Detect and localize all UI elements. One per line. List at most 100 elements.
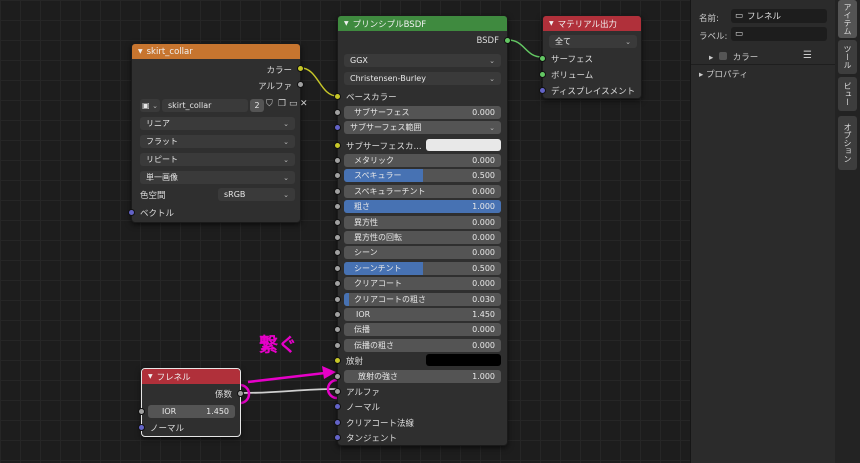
transmission-slider[interactable]: 伝播 0.000 (344, 323, 501, 336)
input-subsurface-color-socket[interactable] (334, 142, 341, 149)
transmission-roughness-label: 伝播の粗さ (354, 341, 394, 350)
roughness-slider[interactable]: 粗さ 1.000 (344, 200, 501, 213)
ior-value: 1.450 (472, 310, 495, 319)
fresnel-ior-field[interactable]: IOR 1.450 (148, 405, 235, 418)
node-label-field[interactable]: ▭ (731, 27, 827, 41)
bsdf-node-header[interactable]: ▼ プリンシプルBSDF (338, 16, 507, 31)
input-emission-socket[interactable] (334, 357, 341, 364)
clearcoat-slider[interactable]: クリアコート 0.000 (344, 277, 501, 290)
expand-arrow-icon: ▸ (699, 70, 704, 80)
input-basecolor-socket[interactable] (334, 93, 341, 100)
input-volume-label: ボリューム (551, 71, 594, 81)
output-alpha-socket[interactable] (297, 81, 304, 88)
subsurface-slider[interactable]: サブサーフェス 0.000 (344, 106, 501, 119)
roughness-label: 粗さ (354, 202, 370, 211)
collapse-arrow-icon[interactable]: ▼ (549, 20, 554, 27)
projection-select[interactable]: フラット ⌄ (140, 135, 295, 148)
tab-options[interactable]: オプション (838, 116, 857, 170)
chevron-down-icon: ⌄ (625, 37, 631, 46)
subsurface-color-swatch[interactable] (426, 139, 501, 151)
input-roughness-socket[interactable] (334, 203, 341, 210)
input-vector-socket[interactable] (128, 209, 135, 216)
fake-user-shield-icon[interactable]: ⛉ (266, 99, 273, 109)
collapse-arrow-icon[interactable]: ▼ (148, 373, 153, 380)
input-clearcoat-normal-socket[interactable] (334, 419, 341, 426)
input-displacement-socket[interactable] (539, 87, 546, 94)
image-name-field[interactable]: skirt_collar (162, 99, 248, 112)
output-target-select[interactable]: 全て ⌄ (549, 35, 637, 48)
input-clearcoat-socket[interactable] (334, 280, 341, 287)
emission-strength-field[interactable]: 放射の強さ 1.000 (344, 370, 501, 383)
open-folder-icon[interactable]: ▭ (289, 99, 298, 109)
principled-bsdf-node[interactable]: ▼ プリンシプルBSDF BSDF GGX ⌄ Christensen-Burle… (334, 15, 511, 446)
extension-select[interactable]: リピート ⌄ (140, 153, 295, 166)
input-subsurface-radius-socket[interactable] (334, 124, 341, 131)
output-node-header[interactable]: ▼ マテリアル出力 (543, 16, 641, 31)
input-subsurface-socket[interactable] (334, 109, 341, 116)
sheen-tint-slider[interactable]: シーンチント 0.500 (344, 262, 501, 275)
input-volume-socket[interactable] (539, 71, 546, 78)
annotation-connect-text: 繋ぐ (259, 334, 298, 356)
tab-view[interactable]: ビュー (838, 77, 857, 111)
source-value: 単一画像 (146, 173, 178, 182)
input-ior-socket[interactable] (334, 311, 341, 318)
duplicate-icon[interactable]: ❐ (278, 99, 286, 109)
input-clearcoat-roughness-socket[interactable] (334, 296, 341, 303)
input-transmission-socket[interactable] (334, 326, 341, 333)
image-browse-button[interactable]: ▣ ⌄ (140, 99, 160, 112)
source-select[interactable]: 単一画像 ⌄ (140, 171, 295, 184)
output-fac-socket[interactable] (237, 390, 244, 397)
metallic-slider[interactable]: メタリック 0.000 (344, 154, 501, 167)
input-specular-tint-socket[interactable] (334, 188, 341, 195)
output-color-socket[interactable] (297, 65, 304, 72)
input-transmission-roughness-socket[interactable] (334, 342, 341, 349)
node-name-field[interactable]: ▭ フレネル (731, 9, 827, 23)
clearcoat-roughness-slider[interactable]: クリアコートの粗さ 0.030 (344, 293, 501, 306)
anisotropic-slider[interactable]: 異方性 0.000 (344, 216, 501, 229)
image-texture-node[interactable]: ▼ skirt_collar カラー アルファ ▣ ⌄ skirt_collar … (128, 43, 308, 223)
tab-item[interactable]: アイテム (838, 0, 857, 38)
output-bsdf-socket[interactable] (504, 37, 511, 44)
anisotropic-rotation-slider[interactable]: 異方性の回転 0.000 (344, 231, 501, 244)
material-output-node[interactable]: ▼ マテリアル出力 全て ⌄ サーフェス ボリューム ディスプレイスメント (539, 15, 642, 99)
input-surface-socket[interactable] (539, 55, 546, 62)
image-node-header[interactable]: ▼ skirt_collar (132, 44, 300, 59)
transmission-roughness-slider[interactable]: 伝播の粗さ 0.000 (344, 339, 501, 352)
input-tangent-socket[interactable] (334, 434, 341, 441)
input-metallic-socket[interactable] (334, 157, 341, 164)
tab-tool[interactable]: ツール (838, 40, 857, 74)
input-anisotropic-rotation-socket[interactable] (334, 234, 341, 241)
collapse-arrow-icon[interactable]: ▼ (344, 20, 349, 27)
fresnel-node-header[interactable]: ▼ フレネル (142, 369, 240, 384)
distribution-select[interactable]: GGX ⌄ (344, 54, 501, 67)
input-anisotropic-socket[interactable] (334, 219, 341, 226)
specular-slider[interactable]: スペキュラー 0.500 (344, 169, 501, 182)
input-specular-socket[interactable] (334, 172, 341, 179)
input-normal-socket[interactable] (334, 403, 341, 410)
input-sheen-socket[interactable] (334, 249, 341, 256)
input-alpha-socket[interactable] (334, 388, 341, 395)
properties-panel-header[interactable]: ▸ プロパティ (699, 68, 748, 80)
list-menu-icon[interactable]: ☰ (803, 50, 812, 61)
input-normal-socket[interactable] (138, 424, 145, 431)
close-icon[interactable]: ✕ (300, 99, 308, 109)
sheen-slider[interactable]: シーン 0.000 (344, 246, 501, 259)
color-space-select[interactable]: sRGB ⌄ (218, 188, 295, 201)
emission-strength-value: 1.000 (472, 372, 495, 381)
collapse-arrow-icon[interactable]: ▼ (138, 48, 143, 55)
input-emission-strength-socket[interactable] (334, 373, 341, 380)
emission-color-swatch[interactable] (426, 354, 501, 366)
color-panel-header[interactable]: ▸ カラー (709, 51, 758, 63)
subsurface-method-select[interactable]: Christensen-Burley ⌄ (344, 72, 501, 85)
input-ior-socket[interactable] (138, 408, 145, 415)
specular-tint-slider[interactable]: スペキュラーチント 0.000 (344, 185, 501, 198)
image-users-count[interactable]: 2 (250, 99, 264, 112)
fresnel-node[interactable]: ▼ フレネル 係数 IOR 1.450 ノーマル (138, 368, 244, 437)
input-sheen-tint-socket[interactable] (334, 265, 341, 272)
anisotropic-rotation-value: 0.000 (472, 233, 495, 242)
ior-field[interactable]: IOR 1.450 (344, 308, 501, 321)
interpolation-select[interactable]: リニア ⌄ (140, 117, 295, 130)
color-checkbox[interactable] (718, 52, 727, 60)
subsurface-radius-select[interactable]: サブサーフェス範囲 ⌄ (344, 121, 501, 134)
properties-panel-label: プロパティ (705, 70, 748, 80)
